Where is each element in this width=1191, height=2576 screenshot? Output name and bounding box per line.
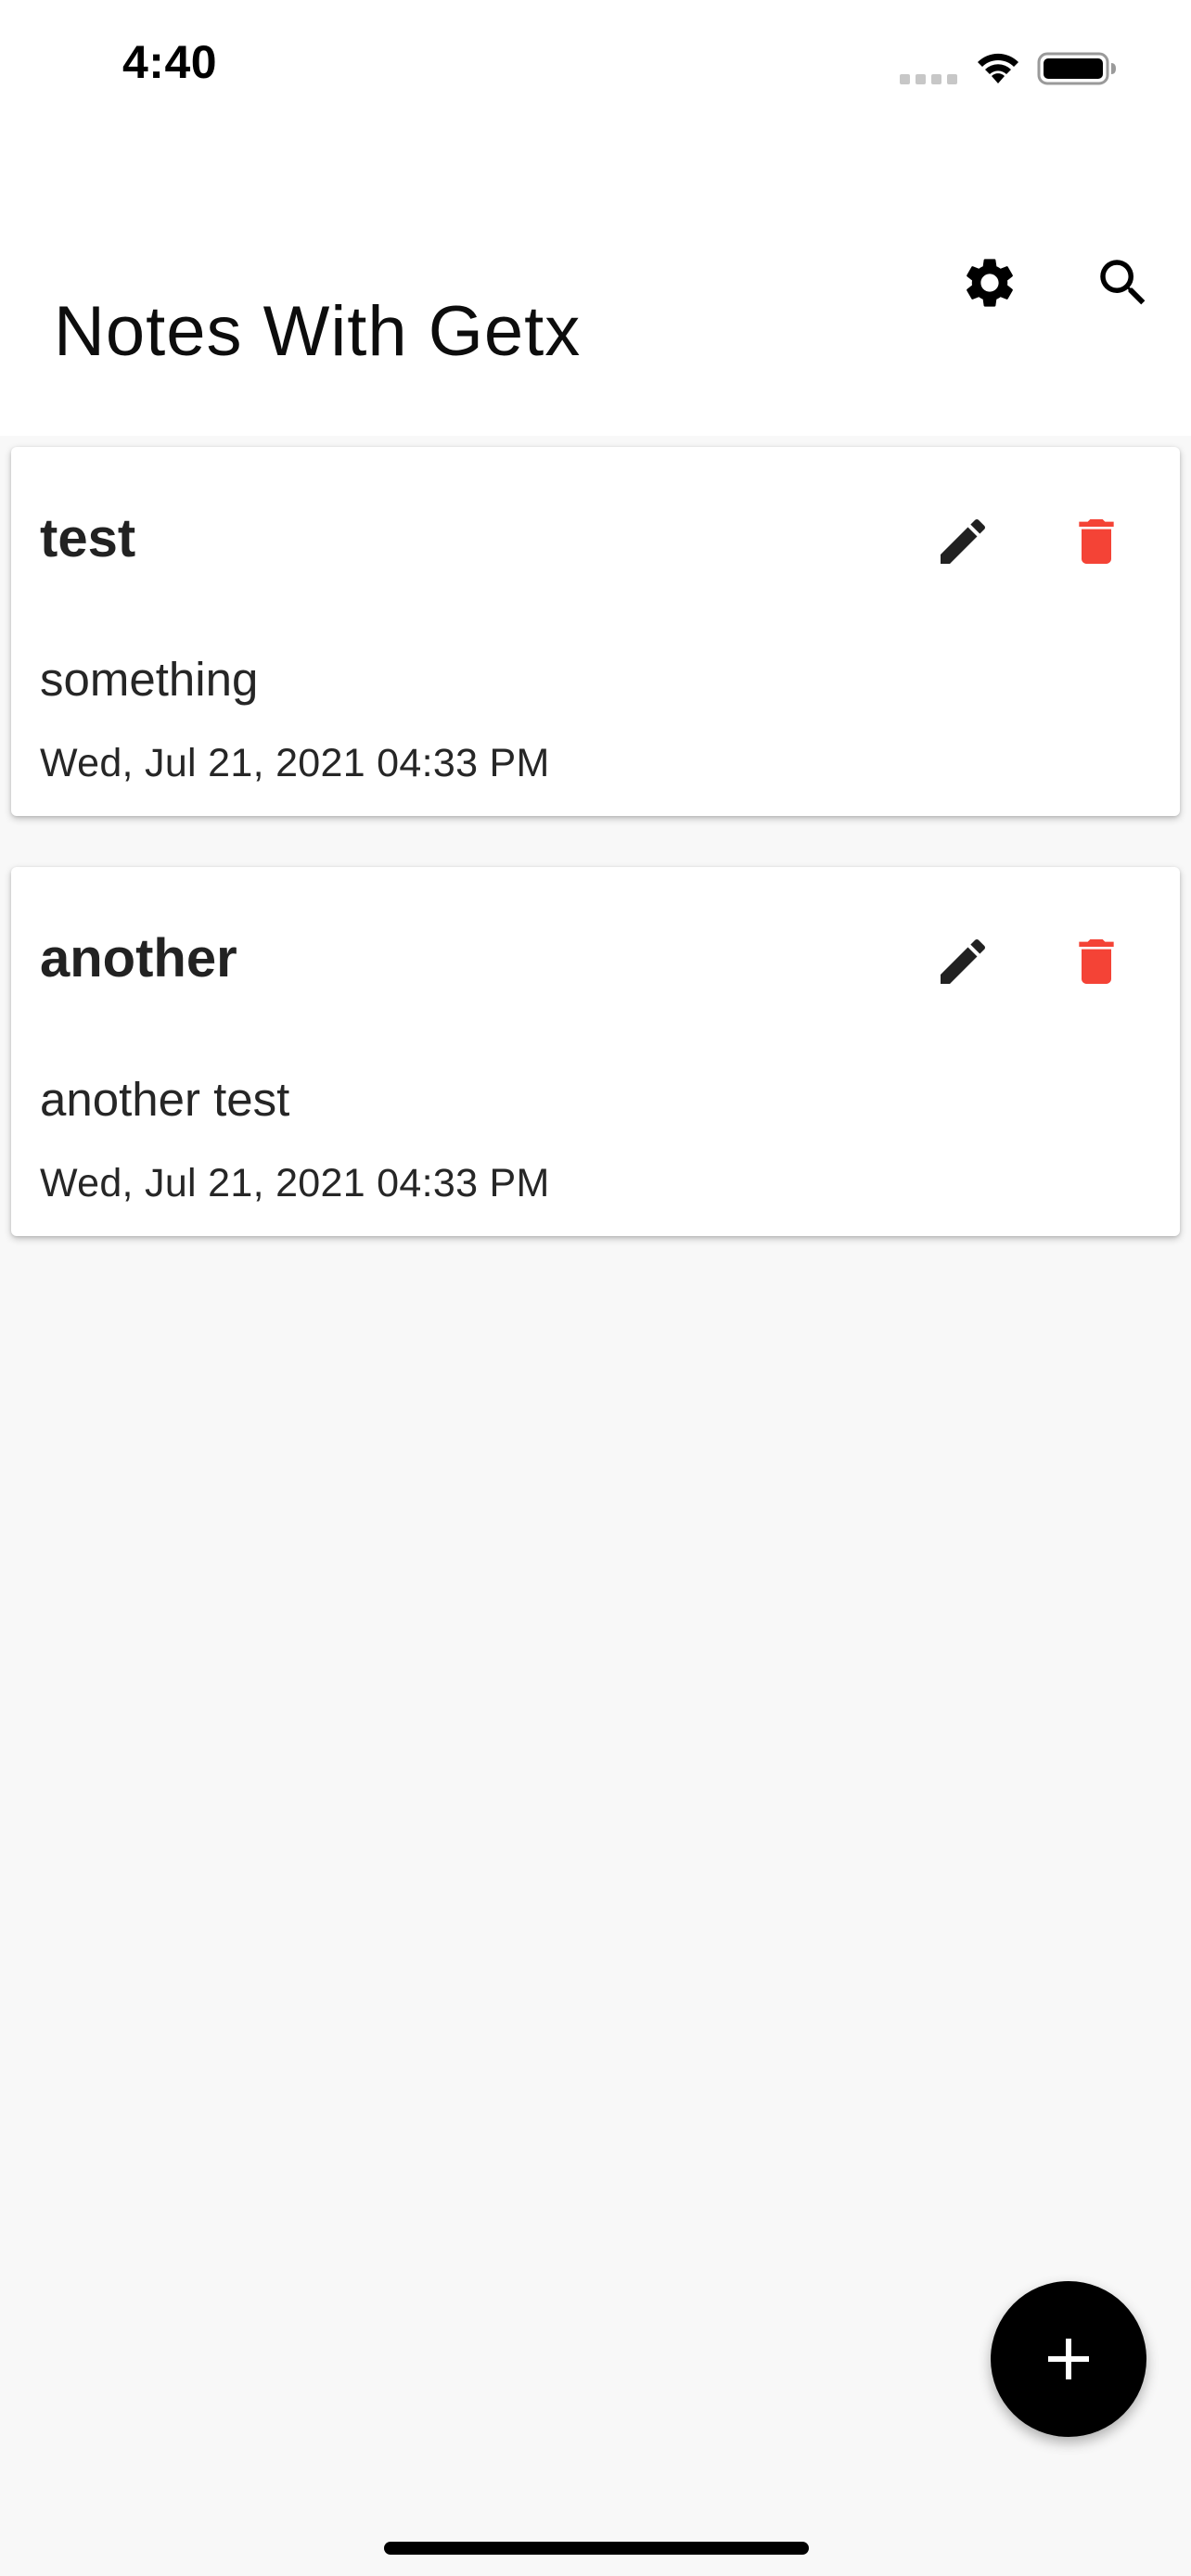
pencil-icon xyxy=(941,518,986,564)
search-button[interactable] xyxy=(1072,232,1174,334)
note-title: test xyxy=(40,508,136,568)
note-card[interactable]: test something Wed, Jul 21, 2021 04:33 P… xyxy=(11,447,1180,816)
note-body: something xyxy=(40,653,259,706)
search-icon xyxy=(1100,260,1146,305)
edit-note-button[interactable] xyxy=(916,495,1009,588)
delete-note-button[interactable] xyxy=(1050,495,1143,588)
note-card[interactable]: another another test Wed, Jul 21, 2021 0… xyxy=(11,867,1180,1236)
note-date: Wed, Jul 21, 2021 04:33 PM xyxy=(40,741,550,785)
add-note-button[interactable] xyxy=(991,2281,1146,2437)
page-title: Notes With Getx xyxy=(54,292,582,371)
note-title: another xyxy=(40,928,237,988)
settings-button[interactable] xyxy=(939,232,1041,334)
pencil-icon xyxy=(941,938,986,984)
trash-icon xyxy=(1079,519,1114,564)
gear-icon xyxy=(967,259,1013,307)
delete-note-button[interactable] xyxy=(1050,915,1143,1008)
note-body: another test xyxy=(40,1073,290,1126)
status-time: 4:40 xyxy=(122,36,218,88)
trash-icon xyxy=(1079,939,1114,984)
battery-icon xyxy=(1037,52,1116,85)
edit-note-button[interactable] xyxy=(916,915,1009,1008)
wifi-icon xyxy=(978,53,1018,83)
note-date: Wed, Jul 21, 2021 04:33 PM xyxy=(40,1161,550,1205)
cellular-signal-icon xyxy=(900,74,957,84)
home-indicator[interactable] xyxy=(384,2542,809,2555)
status-bar: 4:40 xyxy=(0,0,1191,139)
plus-icon xyxy=(1048,2339,1089,2379)
